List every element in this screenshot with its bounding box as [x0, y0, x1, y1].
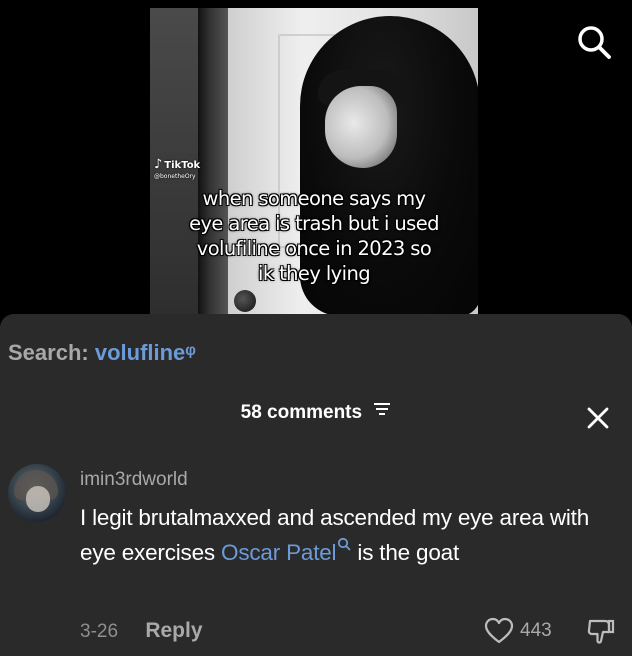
video-door-knob — [234, 290, 256, 312]
like-button[interactable]: 443 — [484, 617, 552, 645]
comment-text: I legit brutalmaxxed and ascended my eye… — [80, 500, 600, 570]
comment-username[interactable]: imin3rdworld — [80, 469, 188, 491]
search-query-text: voluflineᵠ — [94, 340, 196, 365]
related-search[interactable]: Search: voluflineᵠ — [8, 340, 196, 366]
tiktok-logo-icon: ♪ — [154, 157, 163, 172]
comment-mention-text: Oscar Patel — [221, 540, 337, 565]
mention-search-icon — [338, 537, 351, 551]
search-query-link[interactable]: voluflineᵠ — [95, 340, 196, 365]
comment-mention-link[interactable]: Oscar Patel — [221, 537, 351, 565]
video-player[interactable]: ♪ TikTok @bonetheOry when someone says my… — [150, 8, 478, 314]
comments-count-header: 58 comments — [0, 402, 632, 424]
avatar[interactable] — [8, 464, 66, 522]
search-icon — [578, 26, 611, 59]
comments-count-label: 58 comments — [240, 402, 363, 423]
close-icon — [587, 407, 609, 429]
screen: ♪ TikTok @bonetheOry when someone says my… — [0, 0, 632, 656]
tiktok-watermark: ♪ TikTok — [154, 158, 200, 171]
avatar-face — [26, 486, 50, 512]
heart-icon — [484, 617, 514, 644]
video-caption: when someone says my eye area is trash b… — [189, 187, 439, 285]
sort-lines-icon[interactable] — [373, 400, 391, 422]
comment-text-part2: is the goat — [351, 540, 460, 565]
comments-sheet: Search: voluflineᵠ 58 comments imin3rdwo… — [0, 314, 632, 656]
video-person-face — [325, 86, 397, 168]
dislike-button[interactable] — [586, 617, 616, 647]
search-button[interactable] — [574, 22, 614, 62]
tiktok-handle: @bonetheOry — [154, 173, 196, 180]
reply-button[interactable]: Reply — [145, 619, 202, 642]
comment-date: 3-26 — [80, 621, 119, 642]
comment-meta: 3-26 Reply — [80, 619, 203, 643]
search-label: Search: — [8, 340, 89, 365]
like-count: 443 — [520, 620, 552, 641]
tiktok-watermark-text: TikTok — [164, 160, 201, 171]
thumbs-down-icon — [587, 619, 615, 644]
close-button[interactable] — [586, 406, 610, 430]
